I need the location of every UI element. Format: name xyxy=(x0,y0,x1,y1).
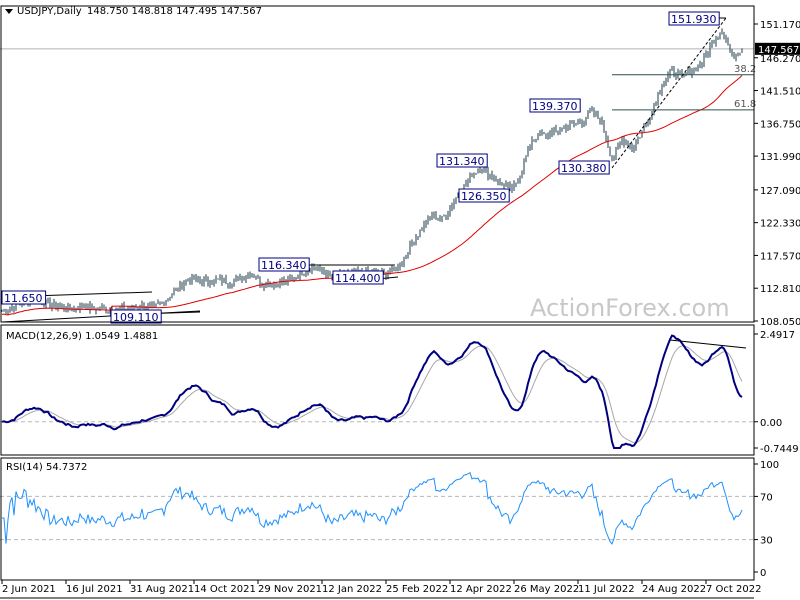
x-tick-label: 29 Nov 2021 xyxy=(258,584,322,595)
macd-tick-label: 0.00 xyxy=(760,418,782,429)
x-tick-label: 31 Aug 2021 xyxy=(130,584,194,595)
x-tick-label: 16 Jul 2021 xyxy=(66,584,123,595)
rsi-line xyxy=(2,471,743,545)
rsi-tick-label: 30 xyxy=(760,536,773,547)
price-annotation-label: 151.930 xyxy=(671,13,717,26)
macd-tick-label: 2.4917 xyxy=(760,330,795,341)
price-annotation-label: 126.350 xyxy=(461,190,507,203)
current-price-label: 147.567 xyxy=(758,45,799,56)
price-tick-label: 108.050 xyxy=(760,317,800,328)
price-annotation-label: 11.650 xyxy=(4,292,43,305)
macd-panel xyxy=(0,324,755,456)
price-annotation-label: 139.370 xyxy=(532,100,578,113)
x-tick-label: 24 Aug 2022 xyxy=(642,584,706,595)
price-tick-label: 136.750 xyxy=(760,119,800,130)
x-tick-label: 2 Jun 2021 xyxy=(2,584,56,595)
x-tick-label: 7 Oct 2022 xyxy=(706,584,761,595)
ohlc-header: 148.750 148.818 147.495 147.567 xyxy=(87,6,262,17)
price-annotation-label: 116.340 xyxy=(261,259,307,272)
fib-level-label: 61.8 xyxy=(734,99,756,110)
price-annotation-label: 114.400 xyxy=(335,272,381,285)
watermark: ActionForex.com xyxy=(530,294,730,322)
rsi-tick-label: 70 xyxy=(760,492,773,503)
x-tick-label: 26 May 2022 xyxy=(514,584,579,595)
chart-title: USDJPY,Daily xyxy=(17,6,82,17)
price-tick-label: 127.090 xyxy=(760,186,800,197)
macd-tick-label: -0.7449 xyxy=(760,444,799,455)
price-tick-label: 112.810 xyxy=(760,284,800,295)
price-tick-label: 141.510 xyxy=(760,87,800,98)
price-tick-label: 151.170 xyxy=(760,20,800,31)
chart-canvas: ActionForex.com 38.2 61.8 151.930 139.370 13… xyxy=(0,5,800,599)
x-tick-label: 12 Jan 2022 xyxy=(322,584,382,595)
chart-window: ActionForex.com 38.2 61.8 151.930 139.370 13… xyxy=(0,0,800,600)
price-annotation-label: 130.380 xyxy=(561,162,607,175)
x-tick-label: 12 Apr 2022 xyxy=(450,584,512,595)
rsi-label: RSI(14) 54.7372 xyxy=(6,462,87,473)
x-tick-label: 11 Jul 2022 xyxy=(578,584,635,595)
x-tick-label: 25 Feb 2022 xyxy=(386,584,448,595)
price-tick-label: 122.330 xyxy=(760,219,800,230)
price-annotation-label: 131.340 xyxy=(439,155,485,168)
rsi-tick-label: 100 xyxy=(760,460,779,471)
x-tick-label: 14 Oct 2021 xyxy=(194,584,256,595)
collapse-triangle-icon[interactable] xyxy=(5,9,13,14)
rsi-tick-label: 0 xyxy=(760,568,766,579)
price-tick-label: 117.570 xyxy=(760,251,800,262)
fib-level-label: 38.2 xyxy=(734,64,756,75)
macd-label: MACD(12,26,9) 1.0549 1.4881 xyxy=(6,331,158,342)
macd-line xyxy=(1,334,743,449)
price-tick-label: 131.990 xyxy=(760,152,800,163)
fib-trend-line xyxy=(611,17,727,169)
